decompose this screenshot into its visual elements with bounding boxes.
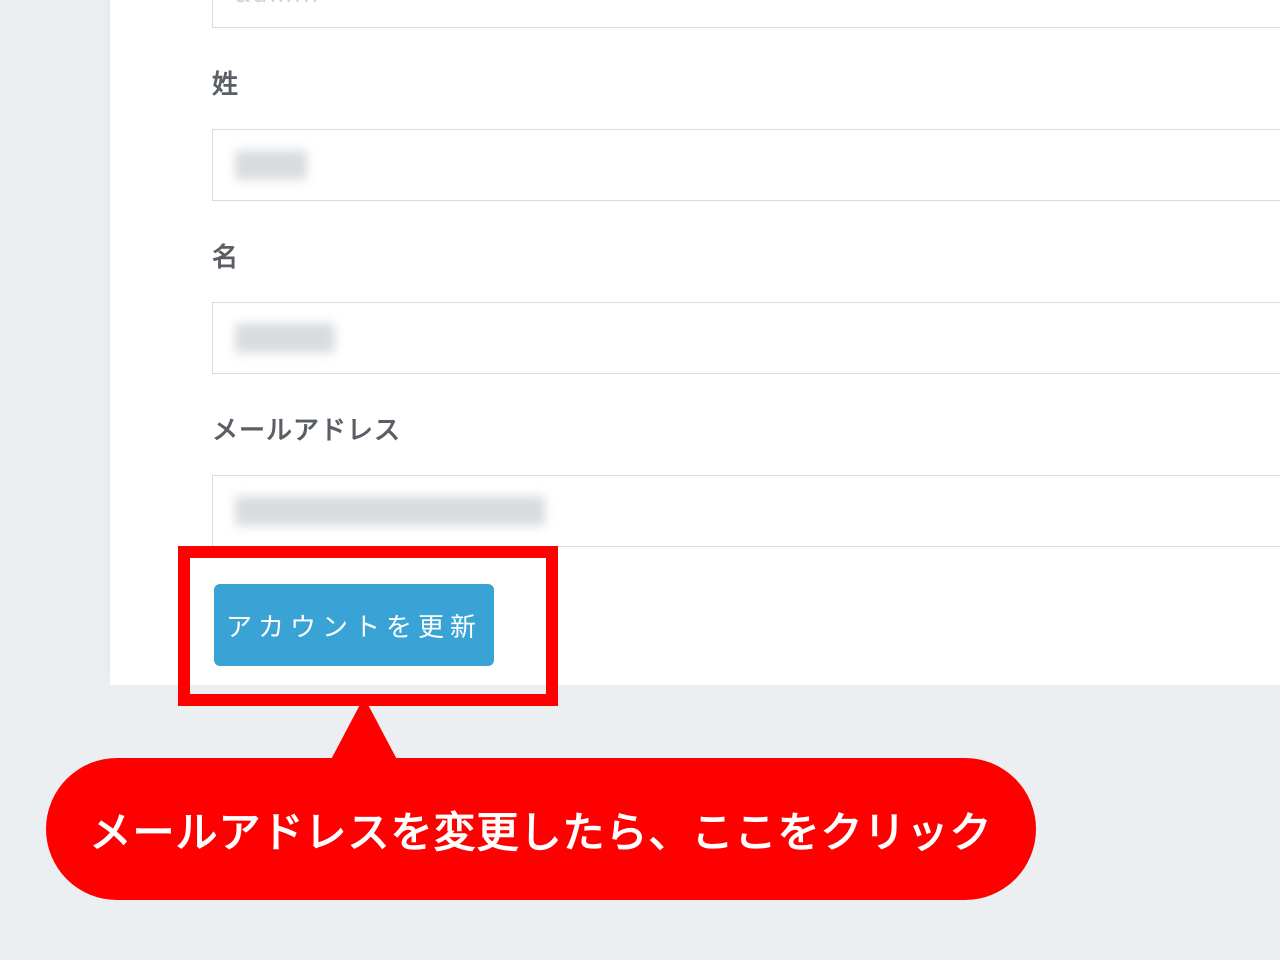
lastname-label: 姓 <box>212 64 1280 101</box>
lastname-redacted <box>235 150 307 180</box>
update-account-button[interactable]: アカウントを更新 <box>214 584 494 666</box>
firstname-label: 名 <box>212 237 1280 274</box>
firstname-redacted <box>235 323 335 353</box>
lastname-field: 姓 <box>110 64 1280 201</box>
username-value: admin <box>235 0 321 9</box>
callout-bubble: メールアドレスを変更したら、ここをクリック <box>46 758 1036 900</box>
settings-panel: admin 姓 名 メールアドレス <box>110 0 1280 685</box>
email-field: メールアドレス <box>110 410 1280 547</box>
firstname-field: 名 <box>110 237 1280 374</box>
callout-text: メールアドレスを変更したら、ここをクリック <box>89 799 992 860</box>
username-input-wrap[interactable]: admin <box>212 0 1280 28</box>
email-label: メールアドレス <box>212 410 1280 447</box>
email-redacted <box>235 496 545 526</box>
email-input[interactable] <box>212 475 1280 547</box>
firstname-input[interactable] <box>212 302 1280 374</box>
lastname-input[interactable] <box>212 129 1280 201</box>
